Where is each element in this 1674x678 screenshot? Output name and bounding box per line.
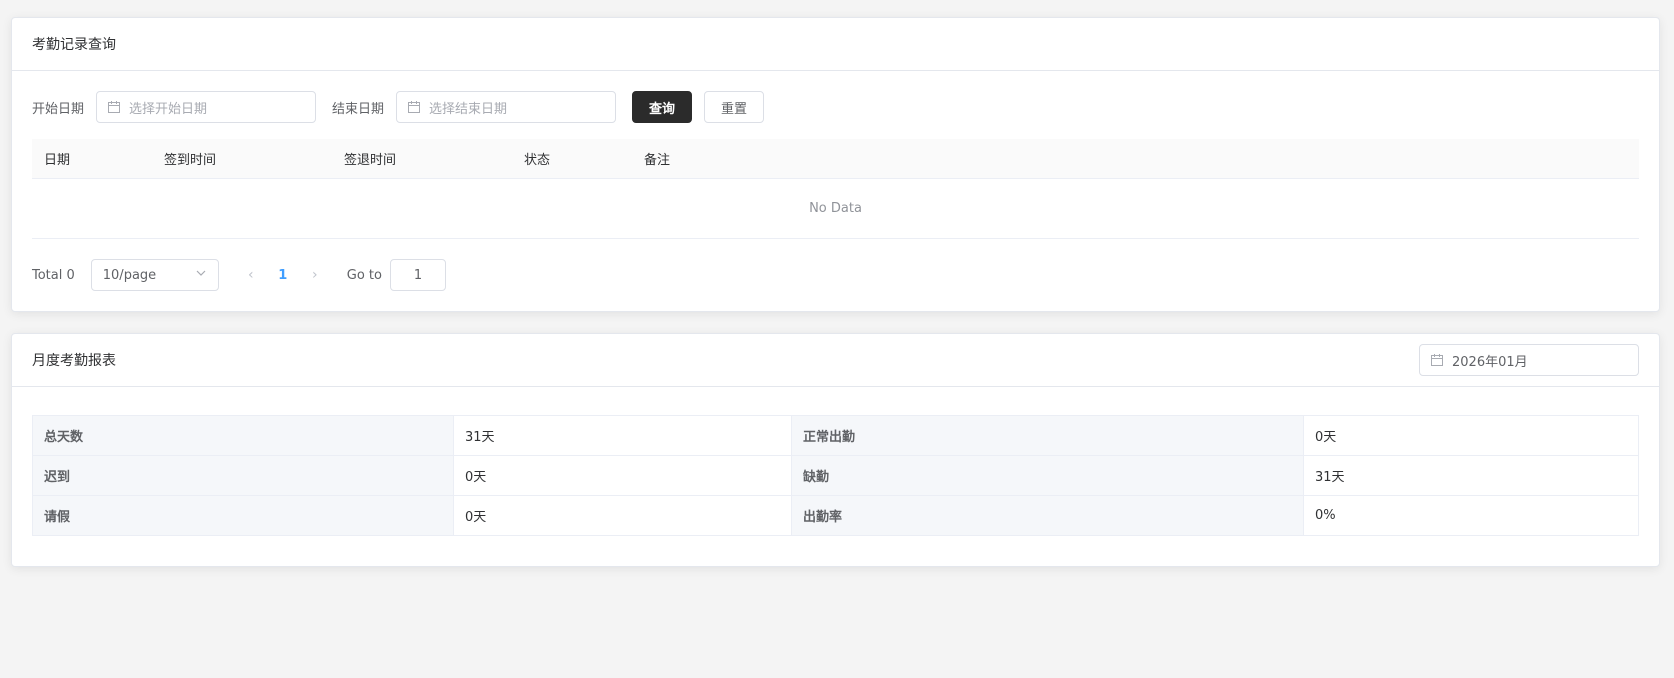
report-card-header: 月度考勤报表 2026年01月: [12, 334, 1659, 387]
end-date-picker[interactable]: 选择结束日期: [396, 91, 617, 123]
calendar-icon: [407, 100, 421, 114]
calendar-icon: [1430, 353, 1444, 367]
summary-value: 0天: [453, 495, 792, 536]
table-empty-row: No Data: [32, 179, 1639, 239]
summary-value: 31天: [1303, 455, 1639, 496]
table-row: 请假 0天 出勤率 0%: [32, 495, 1639, 536]
report-card-body: 总天数 31天 正常出勤 0天 迟到 0天 缺勤 31天 请假 0天 出勤率 0…: [12, 387, 1659, 556]
table-row: 总天数 31天 正常出勤 0天: [32, 415, 1639, 456]
month-value: 2026年01月: [1452, 354, 1528, 370]
summary-value: 0天: [453, 455, 792, 496]
column-header-checkout[interactable]: 签退时间: [332, 149, 512, 168]
summary-label: 正常出勤: [791, 415, 1304, 456]
column-header-remark[interactable]: 备注: [632, 149, 1639, 168]
summary-label: 迟到: [32, 455, 454, 496]
summary-label: 缺勤: [791, 455, 1304, 496]
month-picker[interactable]: 2026年01月: [1419, 344, 1639, 376]
prev-page-icon[interactable]: ‹: [235, 267, 267, 283]
column-header-date[interactable]: 日期: [32, 149, 152, 168]
pagination: Total 0 10/page ‹ 1 › Go to 1: [32, 259, 1639, 291]
summary-label: 请假: [32, 495, 454, 536]
attendance-table: 日期 签到时间 签退时间 状态 备注 No Data: [32, 139, 1639, 239]
start-date-picker[interactable]: 选择开始日期: [96, 91, 317, 123]
start-date-placeholder: 选择开始日期: [129, 101, 208, 117]
query-card-title: 考勤记录查询: [32, 37, 116, 53]
start-date-label: 开始日期: [32, 101, 85, 117]
goto-page-input[interactable]: 1: [389, 259, 446, 291]
report-summary-table: 总天数 31天 正常出勤 0天 迟到 0天 缺勤 31天 请假 0天 出勤率 0…: [32, 415, 1639, 536]
summary-label: 出勤率: [791, 495, 1304, 536]
summary-value: 0%: [1303, 495, 1639, 536]
table-header: 日期 签到时间 签退时间 状态 备注: [32, 139, 1639, 179]
calendar-icon: [107, 100, 121, 114]
page-size-value: 10/page: [102, 267, 157, 283]
empty-text: No Data: [809, 201, 862, 216]
goto-label: Go to: [346, 267, 382, 283]
end-date-placeholder: 选择结束日期: [429, 101, 508, 117]
filter-row: 开始日期 选择开始日期 结束日期 选择结束日期 查询 重置: [32, 91, 1639, 123]
monthly-report-card: 月度考勤报表 2026年01月 总天数 31天 正常出勤 0天 迟到 0天 缺勤…: [11, 333, 1660, 567]
attendance-query-card: 考勤记录查询 开始日期 选择开始日期 结束日期 选择结束日期 查询 重置 日期 …: [11, 17, 1660, 312]
page-number-current[interactable]: 1: [267, 268, 299, 283]
end-date-label: 结束日期: [332, 101, 385, 117]
pagination-total: Total 0: [32, 267, 75, 283]
summary-label: 总天数: [32, 415, 454, 456]
column-header-checkin[interactable]: 签到时间: [152, 149, 332, 168]
query-card-body: 开始日期 选择开始日期 结束日期 选择结束日期 查询 重置 日期 签到时间 签退…: [12, 71, 1659, 311]
summary-value: 0天: [1303, 415, 1639, 456]
query-card-header: 考勤记录查询: [12, 18, 1659, 71]
reset-button[interactable]: 重置: [704, 91, 765, 123]
next-page-icon[interactable]: ›: [299, 267, 331, 283]
query-button[interactable]: 查询: [632, 91, 693, 123]
chevron-down-icon: [195, 267, 207, 283]
report-card-title: 月度考勤报表: [32, 353, 116, 369]
table-row: 迟到 0天 缺勤 31天: [32, 455, 1639, 496]
column-header-status[interactable]: 状态: [512, 149, 632, 168]
page-size-select[interactable]: 10/page: [90, 259, 219, 291]
summary-value: 31天: [453, 415, 792, 456]
